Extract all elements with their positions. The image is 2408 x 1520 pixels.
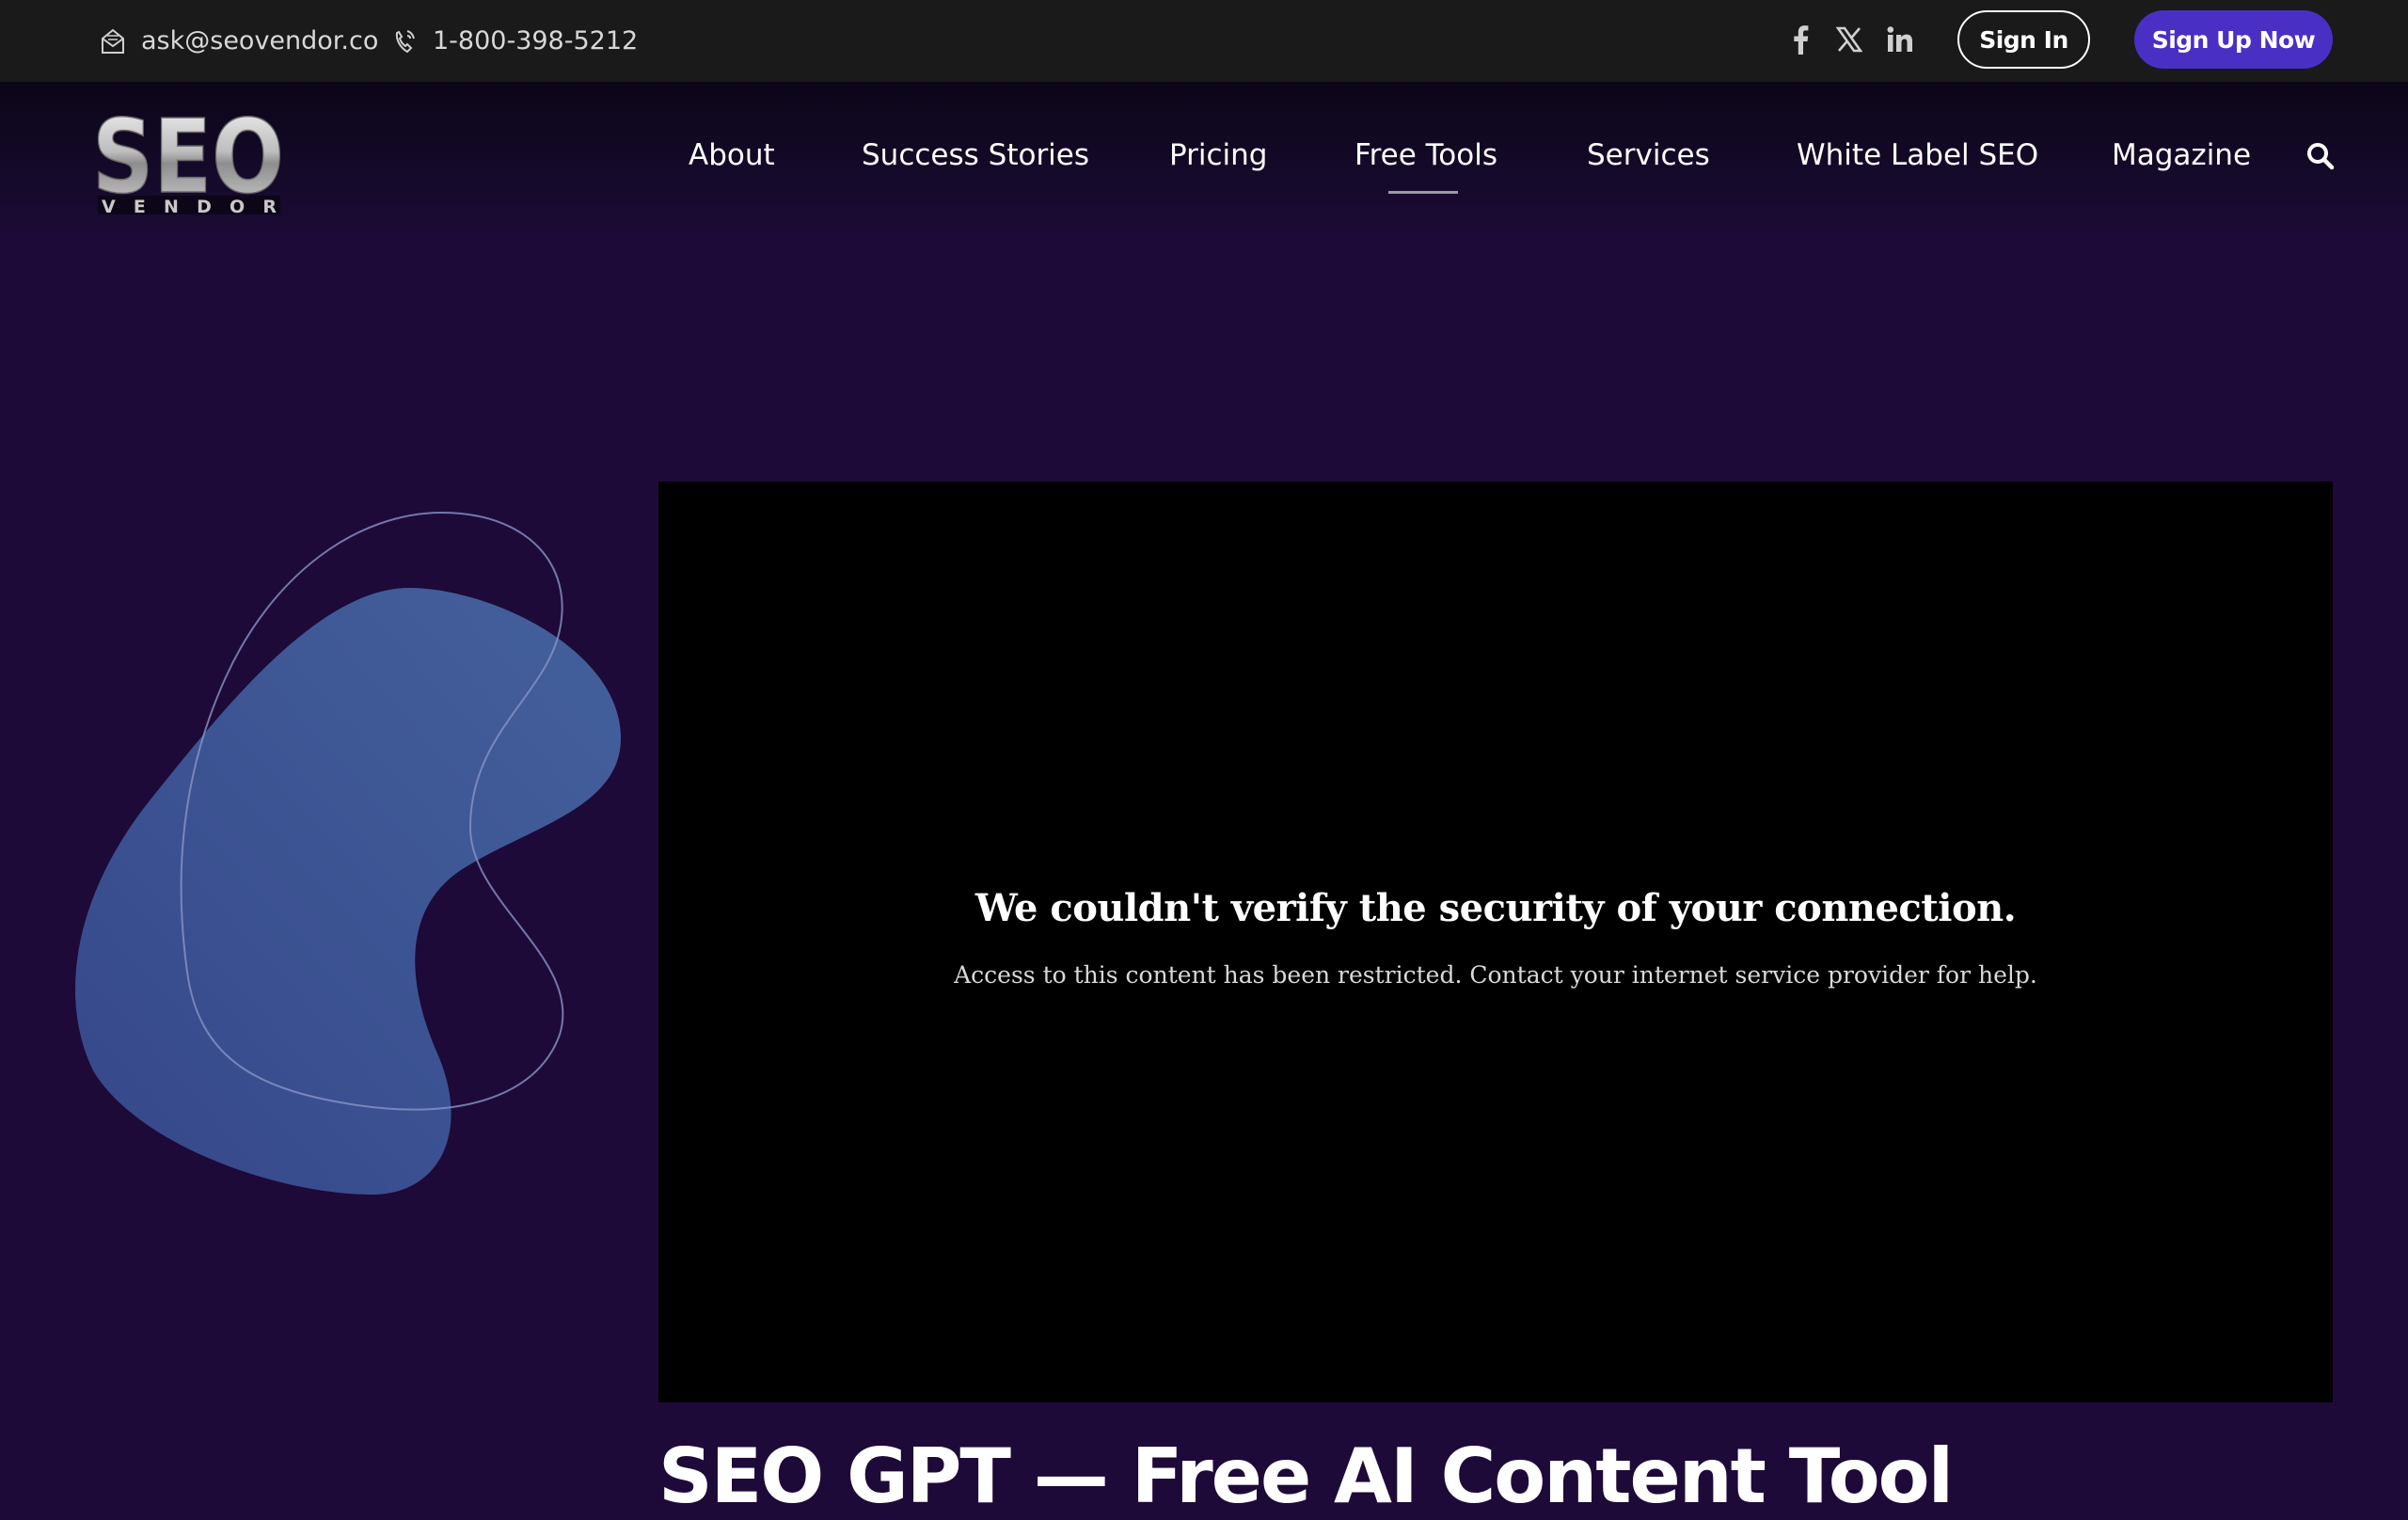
phone-icon [391,27,418,55]
linkedin-icon [1886,25,1914,57]
contact-phone[interactable]: 1-800-398-5212 [391,0,638,82]
top-bar: ask@seovendor.co 1-800-398-5212 Sign In … [0,0,2408,82]
search-button[interactable] [2305,141,2336,171]
nav-pricing[interactable]: Pricing [1169,132,1268,179]
nav-white-label-seo[interactable]: White Label SEO [1797,132,2038,179]
search-icon [2305,143,2336,175]
video-embed[interactable]: We couldn't verify the security of your … [658,482,2333,1402]
contact-phone-text: 1-800-398-5212 [433,26,639,55]
envelope-icon [100,27,126,55]
video-error-message: Access to this content has been restrict… [954,961,2037,989]
x-link[interactable] [1830,0,1868,82]
sign-up-button[interactable]: Sign Up Now [2134,10,2333,69]
facebook-icon [1792,24,1809,58]
sign-in-button[interactable]: Sign In [1957,10,2090,69]
nav-free-tools[interactable]: Free Tools [1354,132,1497,179]
page-title: SEO GPT — Free AI Content Tool [658,1433,1954,1520]
contact-email[interactable]: ask@seovendor.co [100,0,378,82]
nav-about[interactable]: About [689,132,775,179]
nav-magazine[interactable]: Magazine [2112,132,2251,179]
facebook-link[interactable] [1782,0,1819,82]
site-logo[interactable]: SEO VENDOR [90,98,288,217]
linkedin-link[interactable] [1881,0,1919,82]
contact-email-text: ask@seovendor.co [141,26,379,55]
decorative-blob [0,470,658,1223]
video-error-title: We couldn't verify the security of your … [974,886,2017,930]
nav-services[interactable]: Services [1587,132,1710,179]
nav-active-indicator [1388,191,1458,194]
x-icon [1835,26,1863,56]
nav-success-stories[interactable]: Success Stories [862,132,1089,179]
